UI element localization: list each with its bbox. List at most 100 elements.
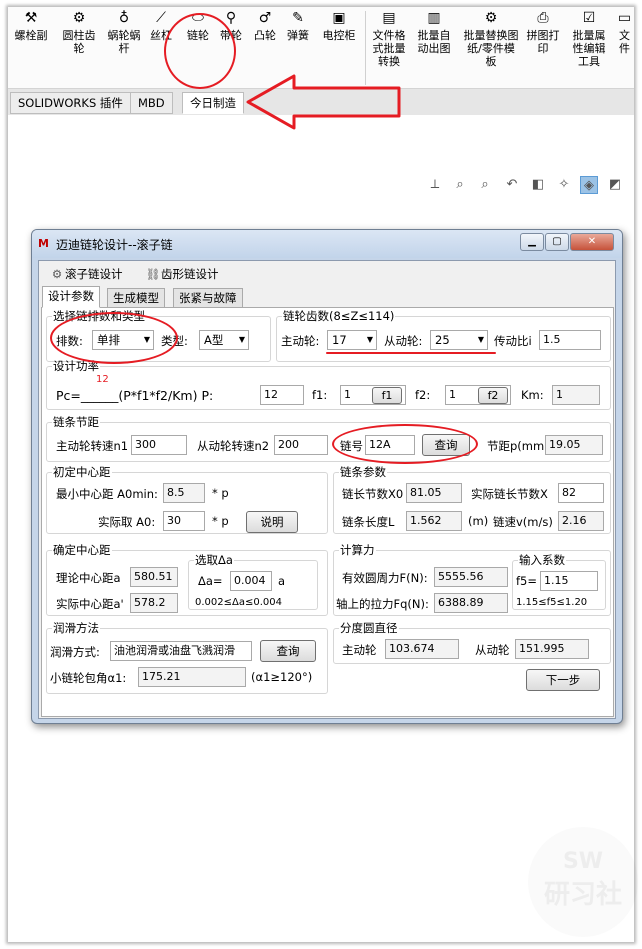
chain-length-unit: (m) [468,514,489,528]
close-button[interactable]: ✕ [570,233,614,251]
roller-chain-design-button[interactable]: ⚙ 滚子链设计 [49,264,123,284]
wrap-angle-field[interactable]: 175.21 [138,667,246,687]
file-convert-icon: ▤ [382,10,396,26]
ribbon-label: 电控柜 [322,29,356,42]
tab-tension-faults[interactable]: 张紧与故障 [173,288,243,308]
effective-force-field[interactable]: 5555.56 [434,567,508,587]
theory-distance-field[interactable]: 580.51 [130,567,178,587]
real-distance-field[interactable]: 578.2 [130,593,178,613]
lubrication-method-field[interactable]: 油池润滑或油盘飞溅润滑 [110,641,252,661]
type-select[interactable]: A型 ▼ [199,330,249,350]
links-field[interactable]: 81.05 [406,483,462,503]
n2-label: 从动轮转速n2 [197,439,270,453]
min-distance-unit: * p [212,486,229,500]
group-legend: 分度圆直径 [340,621,398,635]
chain-speed-field[interactable]: 2.16 [558,511,604,531]
dialog-titlebar[interactable]: M 迈迪链轮设计--滚子链 ▁ ▢ ✕ [32,230,622,258]
ribbon-cylinder-gear-button[interactable]: ⚙ 圆柱齿轮 [60,9,98,89]
dialog-client-area: ⚙ 滚子链设计 ⛓齿形链设计 设计参数 生成模型 张紧与故障 选择链排数和类型 排… [38,260,616,719]
ribbon-print-button[interactable]: ⎙ 拼图打印 [523,9,563,89]
ribbon-worm-gear-button[interactable]: ♁ 蜗轮蜗杆 [105,9,143,89]
links-label: 链长节数X0 [342,487,404,501]
lubrication-query-button[interactable]: 查询 [260,640,316,662]
group-legend: 链条节距 [53,415,99,429]
type-value: A型 [204,333,224,347]
toothed-chain-icon: ⛓ [145,267,161,281]
f5-field[interactable]: 1.15 [540,571,598,591]
dialog-title: 迈迪链轮设计--滚子链 [56,238,173,252]
wrap-angle-label: 小链轮包角α1: [50,671,127,685]
actual-distance-field[interactable]: 30 [163,511,205,531]
gear-icon: ⚙ [72,10,86,26]
delta-a-field[interactable]: 0.004 [230,571,272,591]
drive-teeth-label: 主动轮: [281,334,320,348]
chain-speed-label: 链速v(m/s) [493,515,553,529]
axis-view-icon[interactable]: ⟂ [426,176,444,194]
wrap-angle-range: (α1≥120°) [251,670,313,684]
annotation-circle-rows-type [50,312,178,364]
next-step-button[interactable]: 下一步 [526,669,600,691]
ratio-label: 传动比i [494,334,532,348]
zoom-area-icon[interactable]: ⌕ [476,176,494,194]
batch-drawing-icon: ▥ [427,10,441,26]
display-style-icon[interactable]: ◩ [606,176,624,194]
effective-force-label: 有效圆周力F(N): [342,571,428,585]
chain-length-field[interactable]: 1.562 [406,511,462,531]
actual-links-field[interactable]: 82 [558,483,604,503]
minimize-button[interactable]: ▁ [520,233,544,251]
drive-teeth-select[interactable]: 17 ▼ [327,330,377,350]
ribbon-label: 蜗轮蜗杆 [107,29,141,55]
min-distance-field[interactable]: 8.5 [163,483,205,503]
file-icon: ▭ [617,10,632,26]
section-view-icon[interactable]: ◧ [529,176,547,194]
ribbon-property-edit-button[interactable]: ☑ 批量属性编辑工具 [569,9,609,89]
theory-distance-label: 理论中心距a [56,571,121,585]
driven-diameter-field[interactable]: 151.995 [515,639,589,659]
f5-range: 1.15≤f5≤1.20 [516,597,588,608]
tab-design-parameters[interactable]: 设计参数 [42,286,100,308]
group-legend: 链条参数 [340,465,386,479]
toothed-chain-design-button[interactable]: ⛓齿形链设计 [145,264,219,284]
drive-diameter-field[interactable]: 103.674 [385,639,459,659]
property-edit-icon: ☑ [582,10,596,26]
ribbon-batch-drawing-button[interactable]: ▥ 批量自动出图 [414,9,454,89]
power-p-field[interactable]: 12 [260,385,304,405]
n2-field[interactable]: 200 [274,435,328,455]
dynamic-annotation-icon[interactable]: ✧ [555,176,573,194]
axle-force-label: 轴上的拉力Fq(N): [336,597,429,611]
ribbon-file-button[interactable]: ▭ 文件 [615,9,634,89]
km-field[interactable]: 1 [552,385,600,405]
annotation-circle-chain-number [332,424,478,464]
ratio-field[interactable]: 1.5 [539,330,601,350]
pitch-field[interactable]: 19.05 [545,435,603,455]
f2-button[interactable]: f2 [478,387,508,404]
ribbon-replace-template-button[interactable]: ⚙ 批量替换图纸/零件模板 [463,9,519,89]
ribbon-label: 文件格式批量转换 [372,29,406,68]
view-orientation-icon[interactable]: ◈ [580,176,598,194]
n1-field[interactable]: 300 [131,435,187,455]
explain-button[interactable]: 说明 [246,511,298,533]
ribbon-bolt-button[interactable]: ⚒ 螺栓副 [12,9,50,89]
tab-today-manufacturing[interactable]: 今日制造 [182,92,244,114]
delta-a-range: 0.002≤Δa≤0.004 [195,597,282,608]
watermark-logo: SW 研习社 [528,827,638,937]
ribbon-label: 文件 [619,29,630,55]
driven-teeth-select[interactable]: 25 ▼ [430,330,488,350]
chevron-down-icon: ▼ [366,335,373,344]
f1-button[interactable]: f1 [372,387,402,404]
zoom-fit-icon[interactable]: ⌕ [451,176,469,194]
tab-solidworks-addins[interactable]: SOLIDWORKS 插件 [10,92,131,114]
tab-mbd[interactable]: MBD [130,92,173,114]
axle-force-field[interactable]: 6388.89 [434,593,508,613]
worm-gear-icon: ♁ [118,10,130,26]
annotation-arrow [246,74,401,130]
roller-chain-label: 滚子链设计 [65,267,123,281]
maximize-button[interactable]: ▢ [545,233,569,251]
ribbon-label: 拼图打印 [526,29,560,55]
ribbon-label: 圆柱齿轮 [62,29,96,55]
replace-template-icon: ⚙ [484,10,498,26]
previous-view-icon[interactable]: ↶ [503,176,521,194]
cam-icon: ♂ [258,10,272,26]
design-parameters-panel: 选择链排数和类型 排数: 单排 ▼ 类型: A型 ▼ 链轮齿数(8≤Z≤114) 主… [41,307,614,717]
tab-generate-model[interactable]: 生成模型 [107,288,165,308]
